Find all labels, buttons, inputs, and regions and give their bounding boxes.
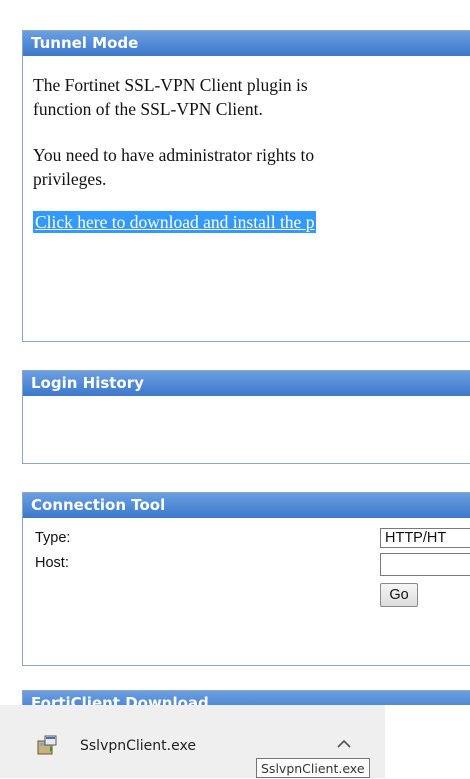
download-filename: SslvpnClient.exe: [80, 738, 196, 754]
download-bar: SslvpnClient.exe SslvpnClient.exe: [0, 705, 470, 778]
installer-package-icon: [37, 735, 57, 755]
host-input[interactable]: [380, 553, 470, 576]
tunnel-mode-panel: Tunnel Mode The Fortinet SSL-VPN Client …: [22, 30, 470, 342]
admin-rights-line-1: You need to have administrator rights to: [33, 145, 315, 165]
login-history-header: Login History: [23, 371, 470, 396]
connection-tool-panel: Connection Tool Type: HTTP/HT Host: Go: [22, 492, 470, 666]
connection-tool-header: Connection Tool: [23, 493, 470, 518]
type-label: Type:: [35, 530, 71, 546]
download-plugin-link[interactable]: Click here to download and install the p: [33, 211, 317, 233]
admin-rights-note: You need to have administrator rights to…: [33, 121, 470, 191]
chevron-up-icon[interactable]: [336, 738, 352, 750]
connection-tool-body: Type: HTTP/HT Host: Go: [23, 518, 470, 658]
plugin-description-line-1: The Fortinet SSL-VPN Client plugin is: [33, 75, 308, 95]
go-button[interactable]: Go: [380, 583, 418, 607]
host-label: Host:: [35, 555, 69, 571]
plugin-description: The Fortinet SSL-VPN Client plugin is fu…: [33, 56, 470, 121]
tunnel-mode-header: Tunnel Mode: [23, 31, 470, 56]
admin-rights-line-2: privileges.: [33, 169, 107, 189]
filename-tooltip: SslvpnClient.exe: [256, 758, 370, 778]
plugin-description-line-2: function of the SSL-VPN Client.: [33, 99, 263, 119]
login-history-panel: Login History: [22, 370, 470, 464]
tunnel-mode-body: The Fortinet SSL-VPN Client plugin is fu…: [23, 56, 470, 234]
type-select[interactable]: HTTP/HT: [380, 528, 470, 548]
